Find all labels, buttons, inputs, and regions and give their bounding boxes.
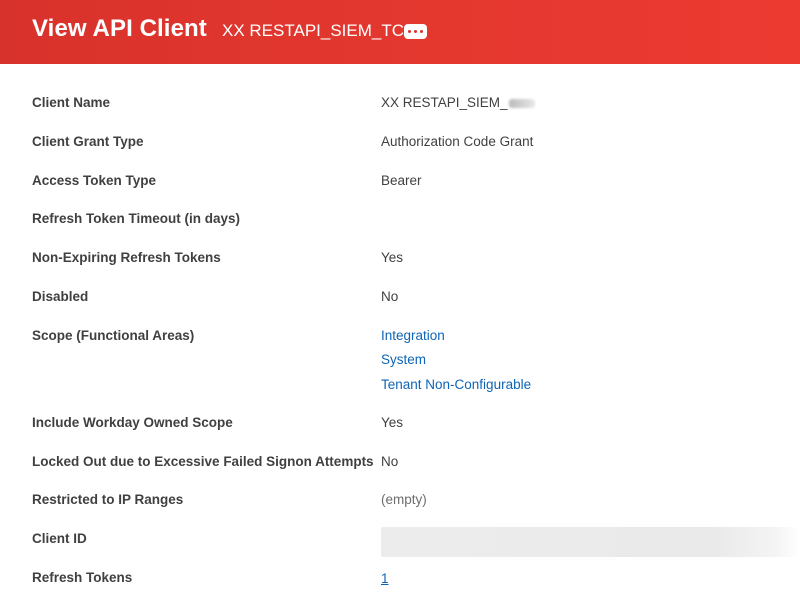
refresh-token-timeout-label: Refresh Token Timeout (in days) — [32, 211, 241, 226]
more-horizontal-icon — [407, 29, 412, 34]
client-name-text: XX RESTAPI_SIEM_ — [381, 95, 508, 110]
locked-out-value: No — [381, 454, 399, 469]
scope-link-integration[interactable]: Integration — [381, 328, 445, 343]
disabled-label: Disabled — [32, 289, 89, 304]
non-expiring-refresh-tokens-value: Yes — [381, 250, 404, 265]
client-id-redacted-value — [381, 527, 800, 557]
refresh-tokens-count-link[interactable]: 1 — [381, 571, 389, 586]
restricted-ip-ranges-label: Restricted to IP Ranges — [32, 492, 184, 507]
more-horizontal-icon-dot — [413, 29, 418, 34]
access-token-type-label: Access Token Type — [32, 173, 157, 188]
scope-link-tenant-non-configurable[interactable]: Tenant Non-Configurable — [381, 377, 531, 392]
client-grant-type-label: Client Grant Type — [32, 134, 144, 149]
include-workday-owned-scope-label: Include Workday Owned Scope — [32, 415, 233, 430]
more-horizontal-icon-dot — [419, 29, 424, 34]
page-header: View API Client XX RESTAPI_SIEM_TCS — [0, 0, 800, 64]
page-title: View API Client — [32, 15, 207, 42]
redacted-text — [508, 99, 535, 108]
client-name-label: Client Name — [32, 95, 111, 110]
api-client-name-header[interactable]: XX RESTAPI_SIEM_TCS — [222, 21, 415, 41]
scope-label: Scope (Functional Areas) — [32, 328, 195, 343]
client-grant-type-value: Authorization Code Grant — [381, 134, 534, 149]
client-id-label: Client ID — [32, 531, 87, 546]
include-workday-owned-scope-value: Yes — [381, 415, 404, 430]
disabled-value: No — [381, 289, 399, 304]
access-token-type-value: Bearer — [381, 173, 422, 188]
refresh-tokens-label: Refresh Tokens — [32, 570, 133, 585]
scope-link-system[interactable]: System — [381, 352, 426, 367]
non-expiring-refresh-tokens-label: Non-Expiring Refresh Tokens — [32, 250, 221, 265]
client-name-value: XX RESTAPI_SIEM_ — [381, 95, 535, 110]
related-actions-button[interactable] — [404, 24, 427, 39]
locked-out-label: Locked Out due to Excessive Failed Signo… — [32, 454, 374, 469]
restricted-ip-ranges-value: (empty) — [381, 492, 427, 507]
